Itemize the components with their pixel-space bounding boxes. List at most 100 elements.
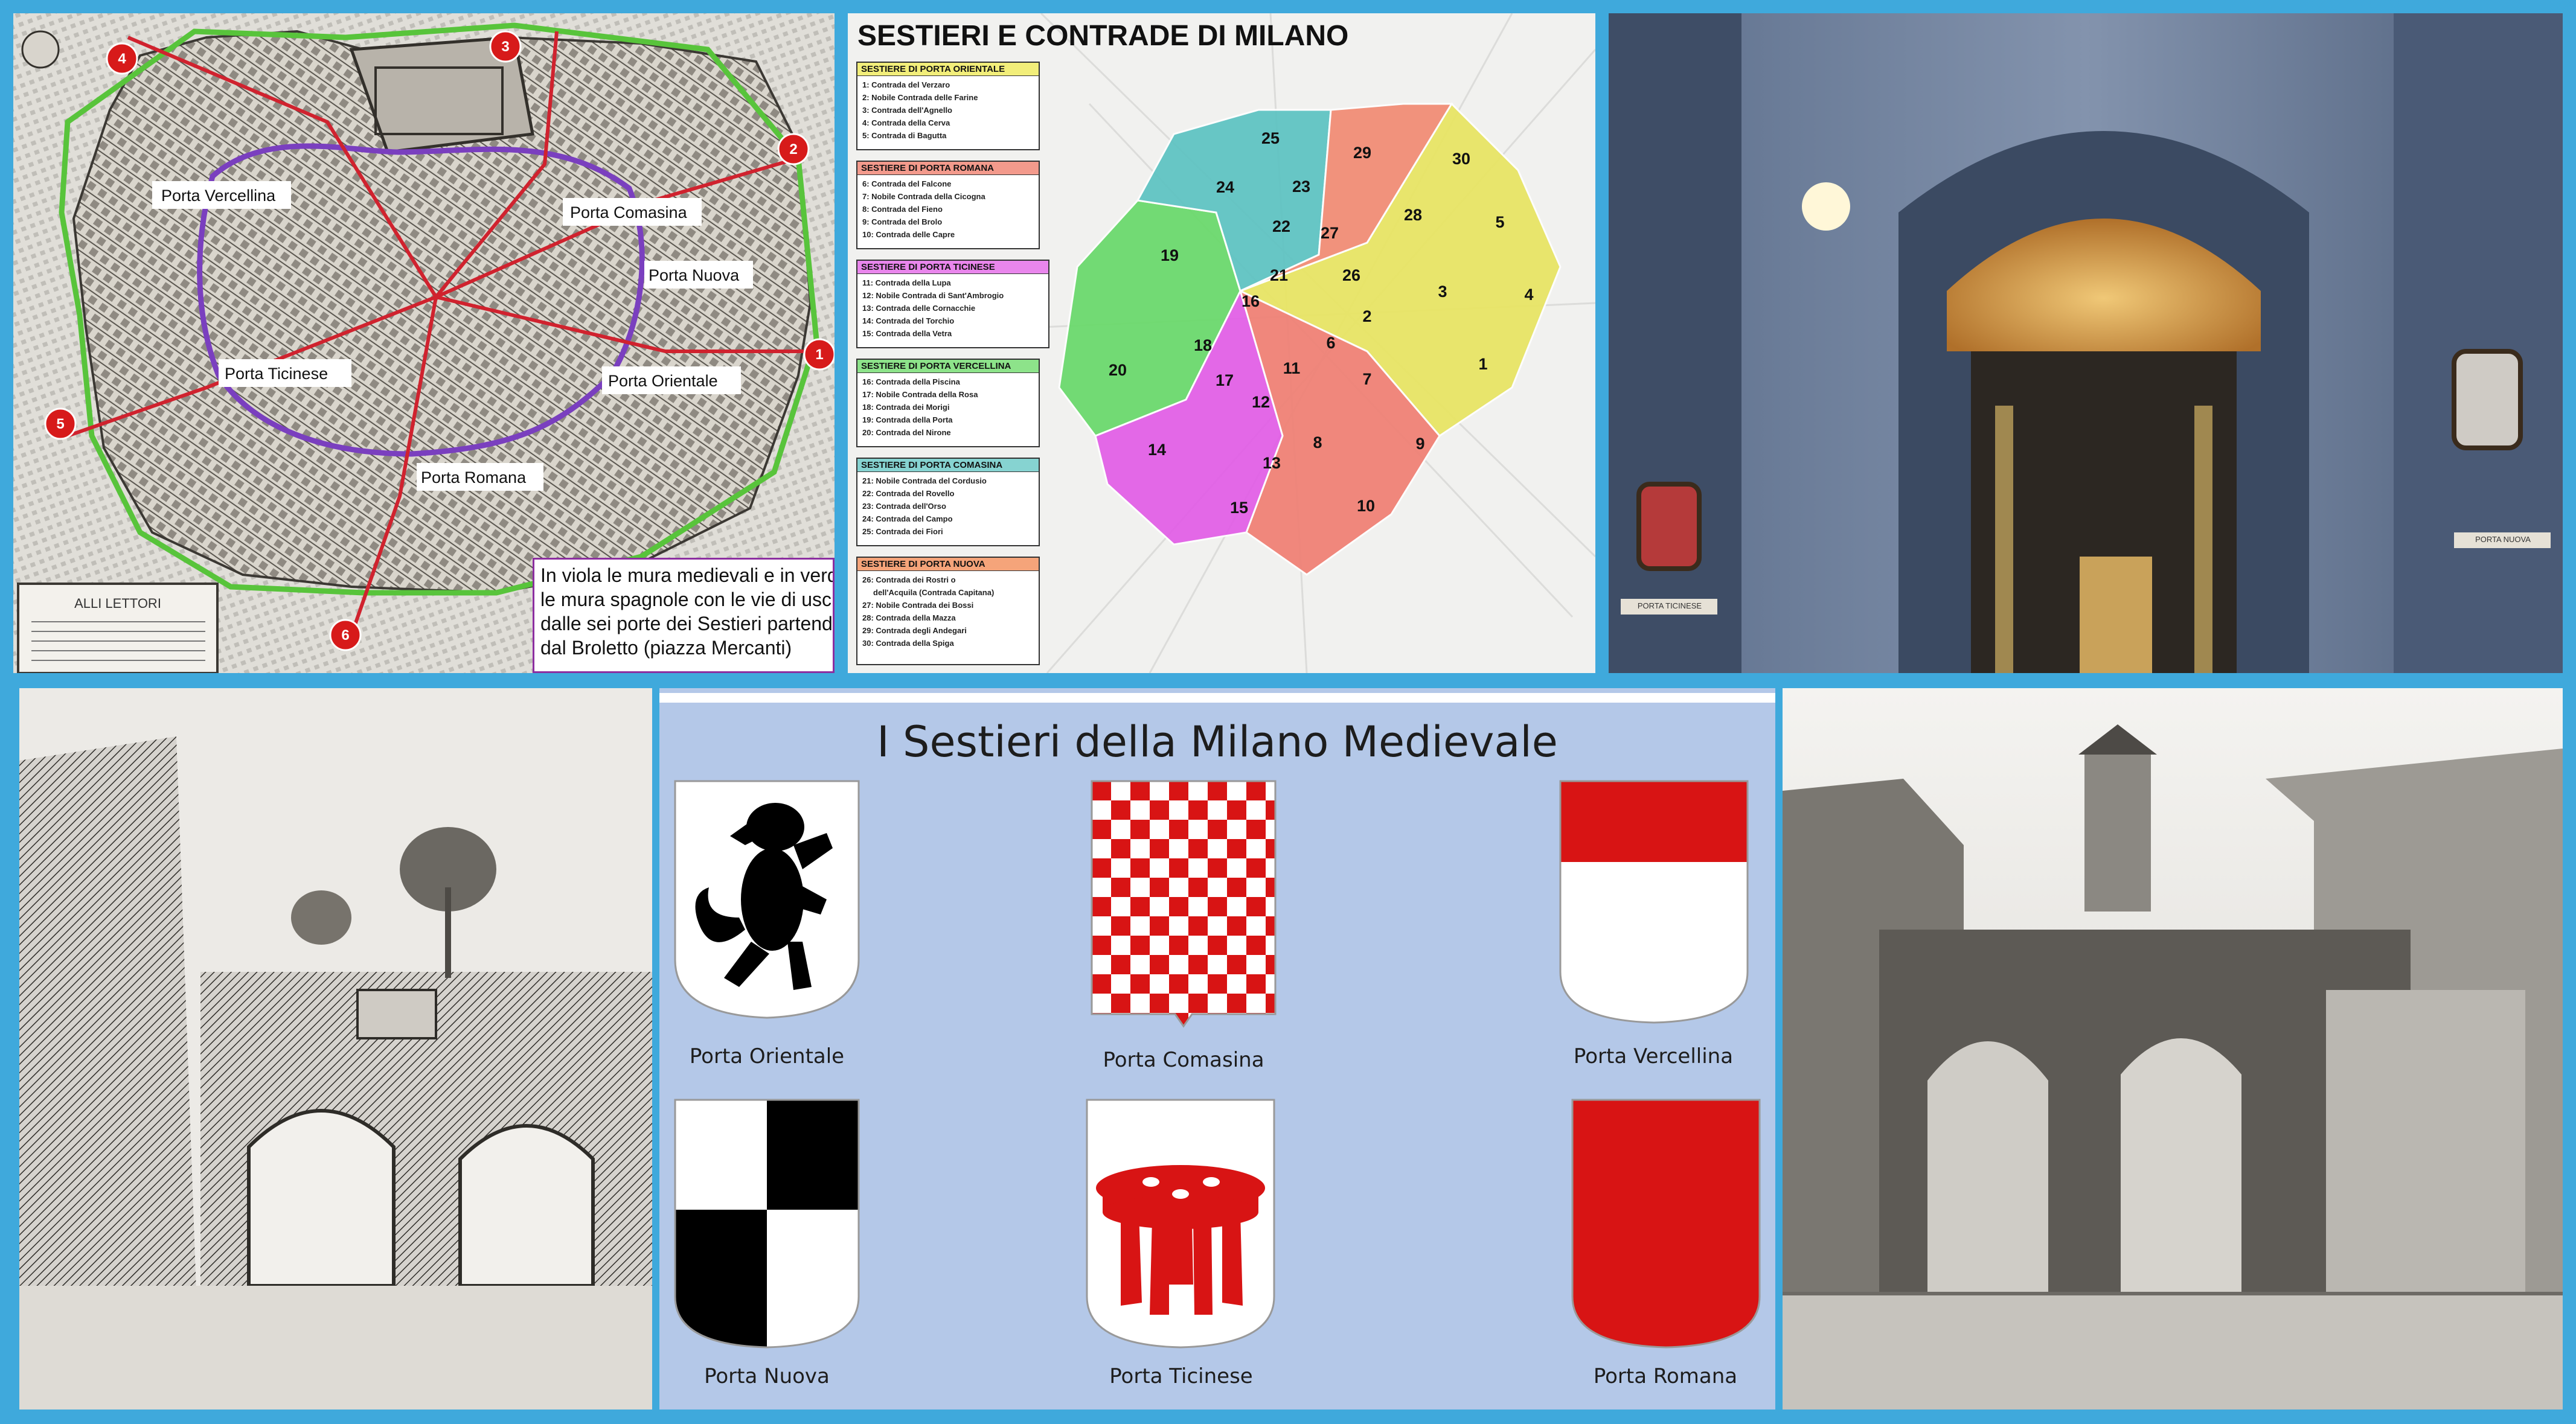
caption-porta-ticinese: Porta Ticinese — [1109, 1364, 1253, 1388]
district-number: 2 — [1362, 307, 1371, 325]
top-rule — [659, 693, 1775, 703]
marker-4: 4 — [118, 51, 126, 67]
district-number: 1 — [1478, 355, 1487, 373]
legend-item: 10: Contrada delle Capre — [862, 230, 955, 239]
plaque-porta-nuova: PORTA NUOVA — [2475, 535, 2531, 544]
district-number: 16 — [1242, 292, 1260, 310]
marker-6: 6 — [341, 627, 349, 643]
district-number: 4 — [1524, 286, 1533, 304]
legend-item: 5: Contrada di Bagutta — [862, 131, 947, 140]
legend-item: 30: Contrada della Spiga — [862, 639, 954, 648]
legend-header: SESTIERE DI PORTA ROMANA — [857, 162, 1039, 175]
legend-item: dell'Acquila (Contrada Capitana) — [873, 588, 995, 597]
legend-item: 23: Contrada dell'Orso — [862, 502, 946, 511]
legend-item: 27: Nobile Contrada dei Bossi — [862, 601, 974, 610]
marker-3: 3 — [501, 39, 509, 55]
legend-item: 6: Contrada del Falcone — [862, 179, 952, 188]
district-number: 5 — [1495, 213, 1504, 231]
legend-item: 11: Contrada della Lupa — [862, 278, 951, 287]
legend-porta-nuova: SESTIERE DI PORTA NUOVA 26: Contrada dei… — [856, 557, 1040, 665]
label-porta-nuova: Porta Nuova — [649, 266, 740, 284]
sestieri-shields-panel: I Sestieri della Milano Medievale Porta … — [659, 688, 1775, 1410]
district-number: 30 — [1452, 150, 1470, 168]
district-number: 17 — [1216, 371, 1234, 389]
legend-item: 16: Contrada della Piscina — [862, 377, 960, 386]
district-number: 21 — [1270, 266, 1288, 284]
marker-1: 1 — [815, 346, 823, 363]
map-note-line: dalle sei porte dei Sestieri partendo — [540, 613, 835, 634]
district-number: 14 — [1148, 441, 1166, 459]
legend-header: SESTIERE DI PORTA NUOVA — [857, 558, 1039, 571]
legend-item: 3: Contrada dell'Agnello — [862, 106, 952, 115]
legend-header: SESTIERE DI PORTA TICINESE — [857, 261, 1048, 274]
church-interior-photo: PORTA TICINESE PORTA NUOVA — [1609, 13, 2563, 673]
legend-porta-comasina: SESTIERE DI PORTA COMASINA 21: Nobile Co… — [856, 458, 1040, 546]
legend-item: 17: Nobile Contrada della Rosa — [862, 390, 978, 399]
legend-item: 24: Contrada del Campo — [862, 514, 953, 523]
district-number: 28 — [1404, 206, 1422, 224]
legend-header: SESTIERE DI PORTA COMASINA — [857, 459, 1039, 472]
district-number: 25 — [1261, 129, 1280, 147]
marker-5: 5 — [56, 416, 64, 432]
caption-porta-orientale: Porta Orientale — [689, 1044, 845, 1068]
legend-item: 14: Contrada del Torchio — [862, 316, 955, 325]
legend-porta-vercellina: SESTIERE DI PORTA VERCELLINA 16: Contrad… — [856, 359, 1040, 447]
district-number: 12 — [1252, 393, 1270, 411]
label-porta-comasina: Porta Comasina — [570, 203, 688, 222]
map-note-line: le mura spagnole con le vie di uscita — [540, 589, 835, 610]
contrade-map-panel: 1 2 3 4 5 6 7 8 9 10 11 12 13 14 15 16 1… — [848, 13, 1595, 673]
cartouche-title: ALLI LETTORI — [74, 596, 161, 611]
district-number: 24 — [1216, 178, 1234, 196]
city-gate-photograph — [1783, 688, 2563, 1410]
district-number: 8 — [1313, 433, 1322, 452]
shield-porta-romana — [1571, 1099, 1761, 1349]
legend-item: 2: Nobile Contrada delle Farine — [862, 93, 978, 102]
caption-porta-comasina: Porta Comasina — [1103, 1048, 1264, 1072]
district-number: 26 — [1342, 266, 1360, 284]
label-porta-vercellina: Porta Vercellina — [161, 187, 276, 205]
map-note-line: In viola le mura medievali e in verde — [540, 564, 835, 586]
legend-header: SESTIERE DI PORTA VERCELLINA — [857, 360, 1039, 373]
district-number: 3 — [1438, 283, 1447, 301]
legend-item: 22: Contrada del Rovello — [862, 489, 955, 498]
district-number: 27 — [1321, 224, 1339, 242]
legend-item: 13: Contrada delle Cornacchie — [862, 304, 976, 313]
plaque-porta-ticinese: PORTA TICINESE — [1637, 601, 1702, 610]
legend-item: 1: Contrada del Verzaro — [862, 80, 950, 89]
district-number: 6 — [1326, 334, 1335, 352]
marker-2: 2 — [789, 141, 797, 158]
label-porta-orientale: Porta Orientale — [608, 372, 718, 390]
district-number: 18 — [1194, 336, 1212, 354]
label-porta-romana: Porta Romana — [421, 468, 527, 487]
legend-item: 15: Contrada della Vetra — [862, 329, 952, 338]
legend-porta-ticinese: SESTIERE DI PORTA TICINESE 11: Contrada … — [856, 260, 1049, 348]
city-gate-etching — [19, 688, 652, 1410]
legend-porta-orientale: SESTIERE DI PORTA ORIENTALE 1: Contrada … — [856, 62, 1040, 150]
district-number: 29 — [1353, 144, 1371, 162]
map-note: In viola le mura medievali e in verde le… — [533, 558, 835, 673]
legend-item: 26: Contrada dei Rostri o — [862, 575, 956, 584]
district-number: 11 — [1283, 359, 1301, 377]
historical-map-panel: ALLI LETTORI Porta Vercellina Porta Coma… — [13, 13, 835, 673]
label-porta-ticinese: Porta Ticinese — [225, 365, 328, 383]
legend-item: 19: Contrada della Porta — [862, 415, 953, 424]
legend-item: 7: Nobile Contrada della Cicogna — [862, 192, 985, 201]
legend-item: 4: Contrada della Cerva — [862, 118, 950, 127]
legend-item: 12: Nobile Contrada di Sant'Ambrogio — [862, 291, 1004, 300]
shield-porta-vercellina — [1559, 780, 1749, 1024]
shield-porta-nuova — [674, 1099, 860, 1349]
legend-item: 18: Contrada dei Morigi — [862, 403, 950, 412]
district-number: 13 — [1263, 454, 1281, 472]
legend-item: 25: Contrada dei Fiori — [862, 527, 943, 536]
contrade-map-title: SESTIERI E CONTRADE DI MILANO — [857, 20, 1349, 52]
caption-porta-romana: Porta Romana — [1593, 1364, 1738, 1388]
legend-item: 9: Contrada del Brolo — [862, 217, 943, 226]
shield-porta-ticinese — [1086, 1099, 1275, 1349]
district-number: 7 — [1362, 370, 1371, 388]
legend-item: 28: Contrada della Mazza — [862, 613, 956, 622]
shields-title: I Sestieri della Milano Medievale — [877, 717, 1558, 767]
legend-header: SESTIERE DI PORTA ORIENTALE — [857, 63, 1039, 76]
district-number: 10 — [1357, 497, 1375, 515]
caption-porta-nuova: Porta Nuova — [704, 1364, 830, 1388]
map-note-line: dal Broletto (piazza Mercanti) — [540, 637, 792, 659]
